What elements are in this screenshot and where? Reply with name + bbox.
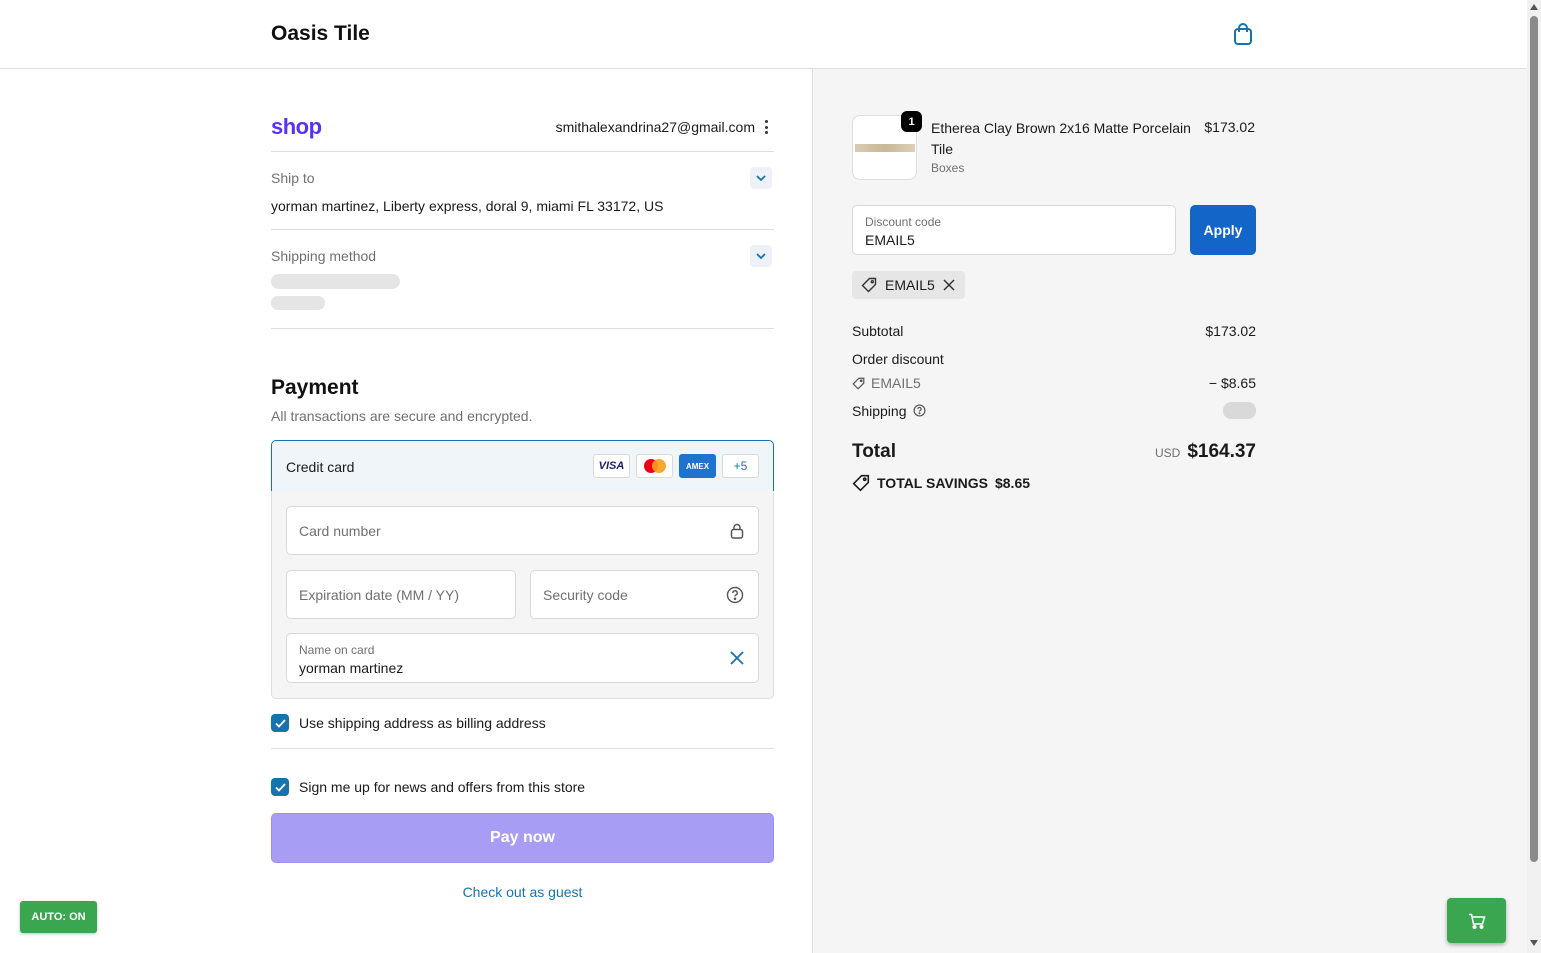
cart-icon xyxy=(1468,913,1486,929)
header: Oasis Tile xyxy=(0,0,1527,69)
shop-pay-logo: shop xyxy=(271,114,322,139)
quantity-badge: 1 xyxy=(901,111,922,132)
divider xyxy=(271,748,774,749)
divider xyxy=(271,151,774,152)
total-savings-value: $8.65 xyxy=(994,475,1031,491)
check-icon xyxy=(274,782,286,792)
billing-address-checkbox[interactable] xyxy=(271,714,289,732)
newsletter-label: Sign me up for news and offers from this… xyxy=(299,779,586,795)
chevron-down-icon xyxy=(756,253,766,259)
total-label: Total xyxy=(852,441,896,462)
total-value: $164.37 xyxy=(1187,441,1256,462)
newsletter-checkbox-row[interactable]: Sign me up for news and offers from this… xyxy=(271,778,585,796)
scroll-down-arrow-icon[interactable] xyxy=(1530,940,1538,946)
billing-address-label: Use shipping address as billing address xyxy=(299,715,546,731)
ship-to-expand-button[interactable] xyxy=(750,167,772,189)
expiration-date-placeholder: Expiration date (MM / YY) xyxy=(299,587,460,603)
cart-extension-button[interactable] xyxy=(1447,898,1506,943)
apply-discount-button[interactable]: Apply xyxy=(1190,205,1256,255)
shipping-row: Shipping xyxy=(852,402,1256,419)
security-code-placeholder: Security code xyxy=(543,587,628,603)
credit-card-option[interactable]: Credit card VISA AMEX +5 xyxy=(271,440,774,492)
amex-logo: AMEX xyxy=(679,454,716,478)
name-on-card-label: Name on card xyxy=(299,643,375,657)
auto-mode-badge[interactable]: AUTO: ON xyxy=(20,901,97,933)
more-brands-badge: +5 xyxy=(722,454,759,478)
chevron-down-icon xyxy=(756,175,766,181)
shipping-loading-skeleton xyxy=(1223,402,1256,419)
ship-to-address: yorman martinez, Liberty express, doral … xyxy=(271,198,664,214)
card-number-placeholder: Card number xyxy=(299,523,381,539)
shipping-label: Shipping xyxy=(852,402,907,419)
scroll-up-arrow-icon[interactable] xyxy=(1530,4,1538,10)
mastercard-logo xyxy=(636,454,673,478)
shipping-method-label: Shipping method xyxy=(271,248,377,264)
total-amount: USD $164.37 xyxy=(1155,441,1256,463)
account-email: smithalexandrina27@gmail.com xyxy=(555,119,755,135)
expiration-date-field[interactable]: Expiration date (MM / YY) xyxy=(286,570,516,619)
clear-icon[interactable] xyxy=(730,651,744,665)
billing-address-checkbox-row[interactable]: Use shipping address as billing address xyxy=(271,714,546,732)
discount-code-value: EMAIL5 xyxy=(865,232,915,248)
ship-to-label: Ship to xyxy=(271,170,315,186)
subtotal-value: $173.02 xyxy=(1205,323,1256,339)
discount-code-field[interactable]: Discount code EMAIL5 xyxy=(852,205,1176,255)
product-title: Etherea Clay Brown 2x16 Matte Porcelain … xyxy=(931,120,1191,157)
card-number-field[interactable]: Card number xyxy=(286,506,759,555)
divider xyxy=(271,328,774,329)
order-discount-label: Order discount xyxy=(852,351,944,367)
remove-discount-icon[interactable] xyxy=(943,279,955,291)
applied-discount-chip: EMAIL5 xyxy=(852,271,965,299)
visa-logo: VISA xyxy=(593,454,630,478)
shipping-info: Shipping xyxy=(852,403,926,419)
name-on-card-value: yorman martinez xyxy=(299,660,404,676)
divider xyxy=(271,229,774,230)
loading-skeleton xyxy=(271,274,400,289)
product-variant: Boxes xyxy=(931,161,965,175)
checkout-as-guest-link[interactable]: Check out as guest xyxy=(271,884,774,900)
tag-icon xyxy=(852,377,865,390)
card-brand-logos: VISA AMEX +5 xyxy=(593,454,759,478)
applied-discount-code: EMAIL5 xyxy=(885,277,935,293)
credit-card-label: Credit card xyxy=(286,459,355,475)
discount-code-label: Discount code xyxy=(865,215,942,229)
tag-icon xyxy=(861,277,877,293)
loading-skeleton xyxy=(271,296,325,310)
order-discount-row: Order discount xyxy=(852,351,1256,367)
help-circle-icon[interactable] xyxy=(726,586,744,604)
credit-card-form: Card number Expiration date (MM / YY) Se… xyxy=(271,491,774,699)
discount-code-info: EMAIL5 xyxy=(852,375,921,391)
name-on-card-field[interactable]: Name on card yorman martinez xyxy=(286,633,759,683)
help-circle-icon xyxy=(913,404,925,417)
page-scrollbar[interactable] xyxy=(1527,0,1541,953)
total-savings-label: TOTAL SAVINGS xyxy=(877,475,988,491)
more-options-icon[interactable] xyxy=(760,118,772,136)
security-code-field[interactable]: Security code xyxy=(530,570,759,619)
discount-code-name: EMAIL5 xyxy=(871,375,921,391)
checkout-form: shop smithalexandrina27@gmail.com Ship t… xyxy=(0,69,812,953)
check-icon xyxy=(274,718,286,728)
payment-title: Payment xyxy=(271,376,359,399)
store-name[interactable]: Oasis Tile xyxy=(271,22,370,46)
currency-code: USD xyxy=(1154,446,1181,460)
total-savings-row: TOTAL SAVINGS $8.65 xyxy=(852,474,1030,492)
lock-icon xyxy=(730,523,744,539)
subtotal-label: Subtotal xyxy=(852,323,904,339)
subtotal-row: Subtotal $173.02 xyxy=(852,323,1256,339)
newsletter-checkbox[interactable] xyxy=(271,778,289,796)
discount-amount: − $8.65 xyxy=(1208,375,1256,391)
scroll-thumb[interactable] xyxy=(1530,16,1538,862)
pay-now-button[interactable]: Pay now xyxy=(271,813,774,863)
product-price: $173.02 xyxy=(1204,119,1255,135)
shopping-bag-icon[interactable] xyxy=(1230,21,1256,47)
order-summary: 1 Etherea Clay Brown 2x16 Matte Porcelai… xyxy=(812,69,1527,953)
tag-icon xyxy=(852,474,870,492)
discount-code-row: EMAIL5 − $8.65 xyxy=(852,375,1256,391)
payment-subtitle: All transactions are secure and encrypte… xyxy=(271,408,533,424)
total-row: Total USD $164.37 xyxy=(852,441,1256,463)
shipping-method-expand-button[interactable] xyxy=(750,245,772,267)
